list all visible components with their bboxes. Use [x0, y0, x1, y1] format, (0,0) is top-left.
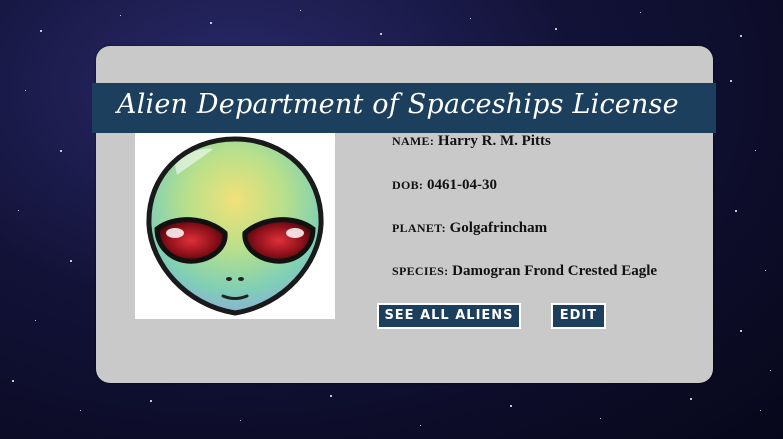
species-row: SPECIES: Damogran Frond Crested Eagle	[392, 263, 657, 280]
license-banner: Alien Department of Spaceships License	[92, 83, 716, 133]
species-value: Damogran Frond Crested Eagle	[452, 263, 658, 279]
alien-photo	[135, 133, 335, 319]
species-label: SPECIES:	[392, 264, 449, 278]
license-title: Alien Department of Spaceships License	[117, 89, 679, 120]
planet-label: PLANET:	[392, 221, 446, 235]
name-label: NAME:	[392, 134, 435, 148]
name-value: Harry R. M. Pitts	[437, 133, 551, 149]
edit-button[interactable]: EDIT	[551, 303, 606, 329]
dob-label: DOB:	[392, 178, 424, 192]
dob-value: 0461-04-30	[426, 177, 497, 193]
alien-head-icon	[146, 136, 324, 316]
planet-row: PLANET: Golgafrincham	[392, 220, 547, 237]
planet-value: Golgafrincham	[449, 220, 548, 236]
dob-row: DOB: 0461-04-30	[392, 177, 497, 194]
name-row: NAME: Harry R. M. Pitts	[392, 133, 551, 150]
see-all-aliens-button[interactable]: SEE ALL ALIENS	[377, 303, 521, 329]
